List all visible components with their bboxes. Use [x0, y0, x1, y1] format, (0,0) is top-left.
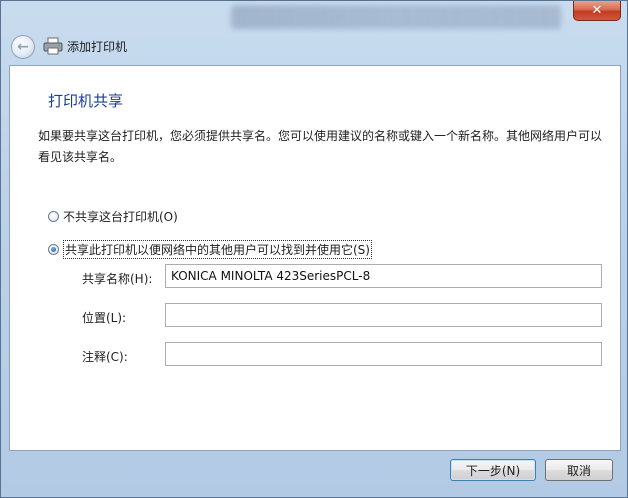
- close-icon: ✕: [591, 3, 603, 18]
- share-name-input[interactable]: [165, 264, 602, 288]
- comment-input[interactable]: [165, 342, 602, 366]
- blurred-background-text: [231, 5, 561, 29]
- wizard-content-panel: 打印机共享 如果要共享这台打印机，您必须提供共享名。您可以使用建议的名称或键入一…: [9, 65, 621, 451]
- wizard-footer: 下一步(N) 取消: [9, 451, 621, 491]
- location-label: 位置(L):: [82, 311, 127, 325]
- next-button[interactable]: 下一步(N): [450, 459, 536, 481]
- share-option[interactable]: 共享此打印机以便网络中的其他用户可以找到并使用它(S): [48, 240, 372, 259]
- no-share-label: 不共享这台打印机(O): [63, 210, 178, 224]
- printer-icon: [43, 37, 63, 55]
- comment-label: 注释(C):: [82, 350, 128, 364]
- back-arrow-icon: ←: [17, 39, 29, 55]
- cancel-button[interactable]: 取消: [545, 459, 613, 481]
- no-share-radio[interactable]: [48, 211, 59, 222]
- back-button[interactable]: ←: [11, 35, 35, 59]
- window-frame: ✕ ← 添加打印机 打印机共享 如果要共享这台打印机，您必须提供共享名。您可以使…: [0, 0, 628, 498]
- no-share-option[interactable]: 不共享这台打印机(O): [48, 208, 178, 225]
- page-description: 如果要共享这台打印机，您必须提供共享名。您可以使用建议的名称或键入一个新名称。其…: [38, 129, 603, 164]
- share-label: 共享此打印机以便网络中的其他用户可以找到并使用它(S): [63, 240, 372, 259]
- window-title: 添加打印机: [67, 40, 128, 54]
- location-input[interactable]: [165, 303, 602, 327]
- share-radio[interactable]: [48, 244, 59, 255]
- close-button[interactable]: ✕: [573, 1, 621, 21]
- share-name-label: 共享名称(H):: [82, 272, 153, 286]
- page-title: 打印机共享: [48, 92, 124, 110]
